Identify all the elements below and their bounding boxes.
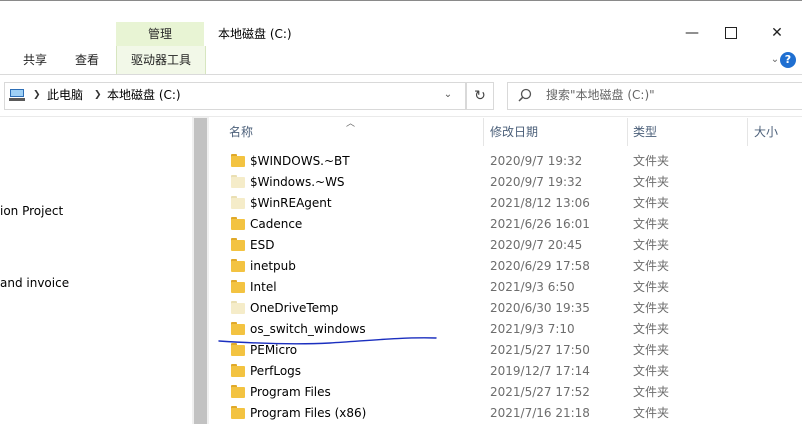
maximize-icon <box>725 27 737 39</box>
file-date: 2021/7/16 21:18 <box>490 406 590 420</box>
file-date: 2020/6/29 17:58 <box>490 259 590 273</box>
file-name[interactable]: $WINDOWS.~BT <box>250 151 350 172</box>
file-name[interactable]: os_switch_windows <box>250 319 366 340</box>
file-type: 文件夹 <box>633 238 670 252</box>
maximize-button[interactable] <box>711 22 751 44</box>
file-type: 文件夹 <box>633 280 670 294</box>
folder-icon <box>231 385 245 398</box>
tab-share[interactable]: 共享 <box>10 46 60 74</box>
file-date: 2020/6/30 19:35 <box>490 301 590 315</box>
file-row[interactable]: PEMicro 2021/5/27 17:50 文件夹 <box>210 340 802 361</box>
search-placeholder: 搜索"本地磁盘 (C:)" <box>546 88 655 102</box>
breadcrumb-separator-icon[interactable]: ❯ <box>94 82 102 108</box>
file-date: 2021/8/12 13:06 <box>490 196 590 210</box>
file-date: 2021/6/26 16:01 <box>490 217 590 231</box>
search-icon <box>518 88 532 102</box>
window-border <box>0 0 802 1</box>
close-button[interactable]: ✕ <box>757 22 797 44</box>
folder-icon <box>231 364 245 377</box>
file-date: 2021/9/3 6:50 <box>490 280 575 294</box>
file-type: 文件夹 <box>633 322 670 336</box>
column-header-name[interactable]: 名称 <box>229 118 253 146</box>
file-type: 文件夹 <box>633 175 670 189</box>
folder-icon <box>231 301 245 314</box>
breadcrumb-local-disk[interactable]: 本地磁盘 (C:) <box>107 82 181 108</box>
file-type: 文件夹 <box>633 343 670 357</box>
file-type: 文件夹 <box>633 385 670 399</box>
file-name[interactable]: inetpub <box>250 256 296 277</box>
file-type: 文件夹 <box>633 196 670 210</box>
navigation-pane <box>0 117 192 424</box>
file-row[interactable]: Program Files (x86) 2021/7/16 21:18 文件夹 <box>210 403 802 424</box>
folder-icon <box>231 154 245 167</box>
file-name[interactable]: Cadence <box>250 214 302 235</box>
file-name[interactable]: Program Files (x86) <box>250 403 366 424</box>
folder-icon <box>231 175 245 188</box>
file-row[interactable]: OneDriveTemp 2020/6/30 19:35 文件夹 <box>210 298 802 319</box>
file-name[interactable]: OneDriveTemp <box>250 298 338 319</box>
window-title: 本地磁盘 (C:) <box>218 27 292 41</box>
file-date: 2021/5/27 17:52 <box>490 385 590 399</box>
folder-icon <box>231 217 245 230</box>
file-type: 文件夹 <box>633 406 670 420</box>
file-date: 2019/12/7 17:14 <box>490 364 590 378</box>
nav-item[interactable]: and invoice <box>0 273 69 293</box>
file-name[interactable]: PerfLogs <box>250 361 301 382</box>
tab-view[interactable]: 查看 <box>62 46 112 74</box>
file-name[interactable]: ESD <box>250 235 274 256</box>
computer-icon <box>9 89 25 101</box>
file-row[interactable]: PerfLogs 2019/12/7 17:14 文件夹 <box>210 361 802 382</box>
file-row[interactable]: inetpub 2020/6/29 17:58 文件夹 <box>210 256 802 277</box>
file-type: 文件夹 <box>633 217 670 231</box>
file-row[interactable]: Intel 2021/9/3 6:50 文件夹 <box>210 277 802 298</box>
folder-icon <box>231 196 245 209</box>
file-name[interactable]: $WinREAgent <box>250 193 332 214</box>
help-icon[interactable]: ? <box>780 52 796 68</box>
minimize-button[interactable]: — <box>672 22 712 44</box>
file-type: 文件夹 <box>633 259 670 273</box>
file-row[interactable]: $WinREAgent 2021/8/12 13:06 文件夹 <box>210 193 802 214</box>
folder-icon <box>231 343 245 356</box>
file-list: $WINDOWS.~BT 2020/9/7 19:32 文件夹 $Windows.~W… <box>210 151 802 424</box>
folder-icon <box>231 322 245 335</box>
context-tab-group-title[interactable]: 管理 <box>116 22 204 46</box>
file-name[interactable]: Program Files <box>250 382 331 403</box>
file-type: 文件夹 <box>633 364 670 378</box>
file-type: 文件夹 <box>633 154 670 168</box>
column-divider[interactable] <box>747 118 748 146</box>
file-type: 文件夹 <box>633 301 670 315</box>
breadcrumb-this-pc[interactable]: 此电脑 <box>47 82 83 108</box>
refresh-button[interactable]: ↻ <box>466 82 494 110</box>
breadcrumb-separator-icon[interactable]: ❯ <box>33 82 41 108</box>
sort-ascending-icon: ︿ <box>346 119 356 129</box>
file-date: 2020/9/7 19:32 <box>490 154 583 168</box>
file-row[interactable]: $Windows.~WS 2020/9/7 19:32 文件夹 <box>210 172 802 193</box>
nav-item[interactable]: ion Project <box>0 201 63 221</box>
file-date: 2020/9/7 20:45 <box>490 238 583 252</box>
file-row[interactable]: os_switch_windows 2021/9/3 7:10 文件夹 <box>210 319 802 340</box>
column-header-size[interactable]: 大小 <box>754 118 778 146</box>
file-row[interactable]: $WINDOWS.~BT 2020/9/7 19:32 文件夹 <box>210 151 802 172</box>
column-divider[interactable] <box>483 118 484 146</box>
column-header-date[interactable]: 修改日期 <box>490 118 538 146</box>
column-header-type[interactable]: 类型 <box>633 118 657 146</box>
file-row[interactable]: Cadence 2021/6/26 16:01 文件夹 <box>210 214 802 235</box>
file-date: 2021/5/27 17:50 <box>490 343 590 357</box>
column-divider[interactable] <box>627 118 628 146</box>
file-name[interactable]: PEMicro <box>250 340 297 361</box>
nav-scrollbar-thumb[interactable] <box>194 118 207 424</box>
file-name[interactable]: $Windows.~WS <box>250 172 345 193</box>
file-date: 2021/9/3 7:10 <box>490 322 575 336</box>
folder-icon <box>231 280 245 293</box>
file-row[interactable]: Program Files 2021/5/27 17:52 文件夹 <box>210 382 802 403</box>
file-row[interactable]: ESD 2020/9/7 20:45 文件夹 <box>210 235 802 256</box>
folder-icon <box>231 238 245 251</box>
address-history-dropdown-icon[interactable]: ⌄ <box>438 82 458 108</box>
folder-icon <box>231 259 245 272</box>
file-name[interactable]: Intel <box>250 277 277 298</box>
file-date: 2020/9/7 19:32 <box>490 175 583 189</box>
tab-drive-tools[interactable]: 驱动器工具 <box>116 46 206 74</box>
folder-icon <box>231 406 245 419</box>
